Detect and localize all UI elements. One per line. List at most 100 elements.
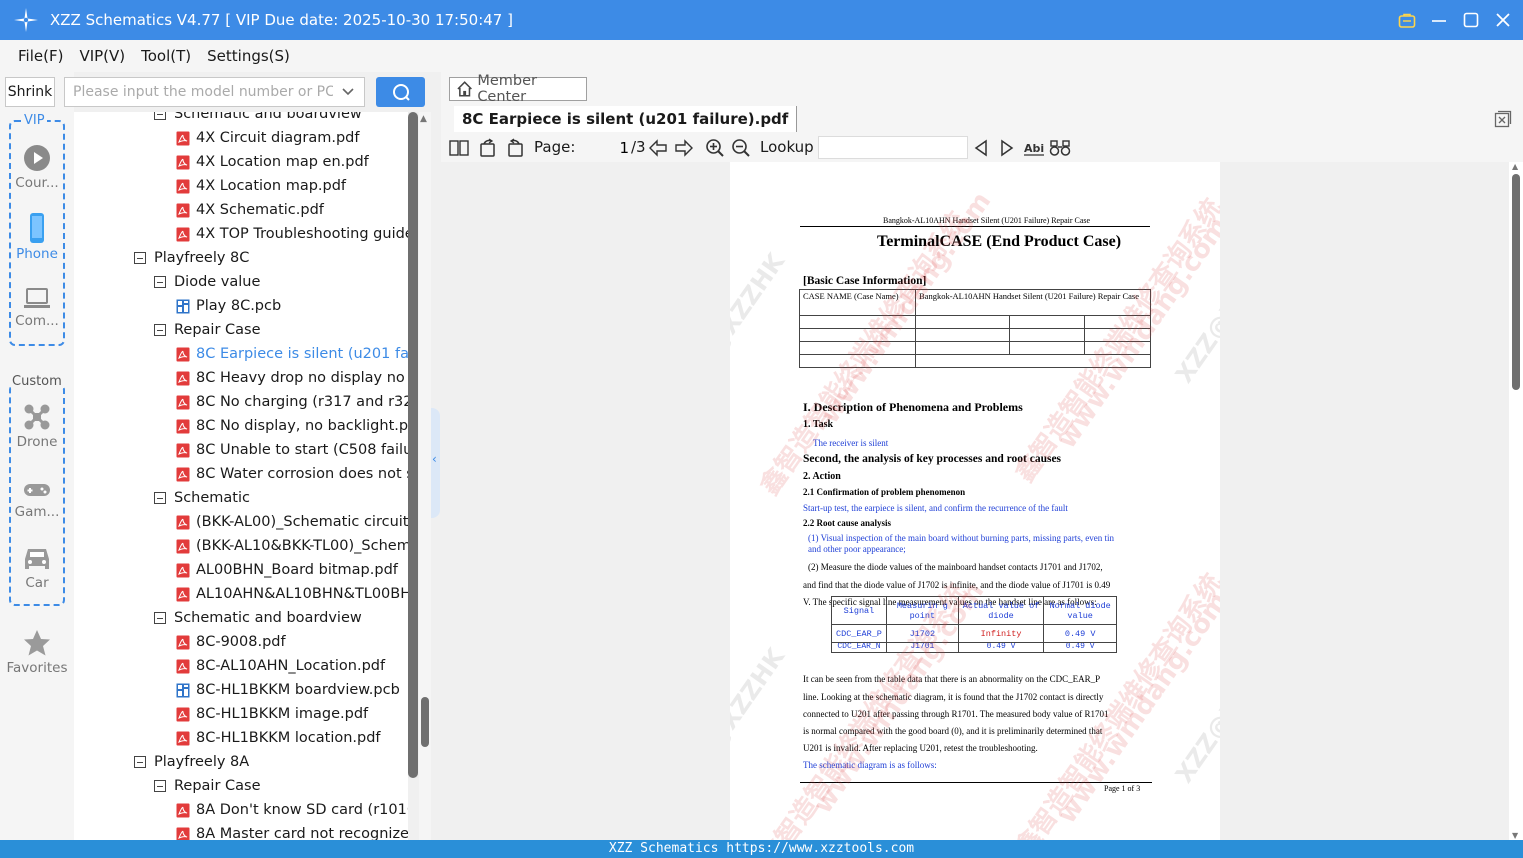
model-search-combobox[interactable] [64,77,365,107]
tree-file[interactable]: 8A Master card not recognized [176,822,408,840]
tree-file[interactable]: 8C No display, no backlight.pdf [176,414,408,438]
tree-file[interactable]: (BKK-AL00)_Schematic circuit di [176,510,408,534]
zoom-in-icon[interactable] [704,137,726,159]
document-scrollbar[interactable]: ▲ ▼ [1509,162,1523,840]
pcb-file-icon [176,683,190,697]
minimize-icon[interactable] [1429,10,1449,30]
tree-folder[interactable]: Playfreely 8C [134,246,249,270]
tree-item-label: Repair Case [174,778,261,794]
tree-item-label: 8C Water corrosion does not sta [196,466,408,482]
panel-scrollbar[interactable]: ▲ [419,112,431,840]
find-next-icon[interactable] [996,137,1018,159]
menu-file[interactable]: File(F) [18,47,63,65]
tree-folder[interactable]: Schematic and boardview [154,112,362,126]
match-case-icon[interactable]: Abi [1023,137,1045,159]
tree-item-label: Schematic [174,490,250,506]
tree-file[interactable]: 4X Location map en.pdf [176,150,369,174]
tree-file[interactable]: 8C-AL10AHN_Location.pdf [176,654,385,678]
tree-scrollbar[interactable] [408,112,418,778]
tree-folder[interactable]: Repair Case [154,774,261,798]
tree-item-label: 4X TOP Troubleshooting guidel [196,226,408,242]
collapse-toggle-icon[interactable] [154,612,166,624]
tree-file[interactable]: 4X Schematic.pdf [176,198,324,222]
tree-folder[interactable]: Schematic [154,486,250,510]
collapse-toggle-icon[interactable] [154,276,166,288]
tab-document[interactable]: 8C Earpiece is silent (u201 failure).pdf [454,106,798,132]
close-icon[interactable] [1493,10,1513,30]
rail-item-phone[interactable]: Phone [9,212,65,262]
tree-item-label: (BKK-AL10&BKK-TL00)_Schema [196,538,408,554]
shrink-button[interactable]: Shrink [5,77,55,107]
zoom-out-icon[interactable] [730,137,752,159]
menu-vip[interactable]: VIP(V) [79,47,125,65]
tree-file[interactable]: 8C Water corrosion does not sta [176,462,408,486]
section-2-1: 2. Action [803,471,841,482]
tree-folder[interactable]: Diode value [154,270,260,294]
chevron-down-icon[interactable] [340,84,356,100]
tree-folder[interactable]: Repair Case [154,318,261,342]
vip-bag-icon[interactable] [1397,10,1417,30]
section-2-2: 2.2 Root cause analysis [803,518,892,528]
rail-item-computer[interactable]: Com... [9,285,65,329]
tree-file[interactable]: 8C No charging (r317 and r321 [176,390,408,414]
svg-text:Abi: Abi [1024,142,1044,155]
rail-item-car[interactable]: Car [9,545,65,591]
tree-file[interactable]: 4X Location map.pdf [176,174,346,198]
collapse-toggle-icon[interactable] [154,324,166,336]
search-button[interactable] [376,77,425,107]
restore-window-icon[interactable] [1494,110,1512,128]
tree-file[interactable]: (BKK-AL10&BKK-TL00)_Schema [176,534,408,558]
scroll-down-arrow-icon[interactable]: ▼ [1512,831,1518,840]
panel-collapse-handle[interactable] [431,408,440,518]
next-page-icon[interactable] [673,137,695,159]
maximize-icon[interactable] [1461,10,1481,30]
rotate-right-icon[interactable] [504,137,526,159]
rotate-left-icon[interactable] [477,137,499,159]
tree-file[interactable]: 8C Unable to start (C508 failure) [176,438,408,462]
rail-item-drone[interactable]: Drone [9,402,65,450]
scroll-up-arrow-icon[interactable]: ▲ [1512,162,1518,171]
collapse-toggle-icon[interactable] [154,780,166,792]
two-page-view-icon[interactable] [448,137,470,159]
tree-file[interactable]: AL10AHN&AL10BHN&TL00BHN [176,582,408,606]
rail-item-game[interactable]: Gam... [9,478,65,520]
tree-file[interactable]: 8C-HL1BKKM boardview.pcb [176,678,400,702]
tree-file[interactable]: Play 8C.pcb [176,294,281,318]
tree-file[interactable]: 8C-HL1BKKM location.pdf [176,726,381,750]
pdf-file-icon [176,731,190,745]
sig-cell: 0.49 V [957,642,1045,653]
menu-tool[interactable]: Tool(T) [141,47,191,65]
scroll-up-arrow-icon[interactable]: ▲ [420,114,427,124]
collapse-toggle-icon[interactable] [134,252,146,264]
tree-file[interactable]: AL00BHN_Board bitmap.pdf [176,558,398,582]
collapse-toggle-icon[interactable] [154,112,166,120]
member-center-button[interactable]: Member Center [449,73,587,105]
tree-file[interactable]: 8C-HL1BKKM image.pdf [176,702,368,726]
tree-scroll-thumb[interactable] [408,112,418,778]
lookup-input[interactable] [818,136,968,159]
rail-item-favorites[interactable]: Favorites [0,628,74,676]
collapse-toggle-icon[interactable] [154,492,166,504]
previous-page-icon[interactable] [647,137,669,159]
search-input[interactable] [73,84,333,100]
tree-file[interactable]: 8C Heavy drop no display no ba [176,366,408,390]
panel-scroll-thumb[interactable] [421,697,429,747]
page-number-input[interactable] [579,137,629,159]
tree-file[interactable]: 8A Don't know SD card (r1010 s [176,798,408,822]
tree-file[interactable]: 8C-9008.pdf [176,630,286,654]
menu-bar: File(F) VIP(V) Tool(T) Settings(S) [0,40,1523,72]
model-tree[interactable]: Schematic and boardview 4X Circuit diagra… [74,112,408,840]
tree-file[interactable]: 4X TOP Troubleshooting guidel [176,222,408,246]
document-scroll-thumb[interactable] [1512,174,1520,390]
find-binoculars-icon[interactable] [1049,137,1071,159]
sig-header-signal: Signal [831,596,887,625]
find-previous-icon[interactable] [970,137,992,159]
tree-file[interactable]: 8C Earpiece is silent (u201 failur [176,342,408,366]
tree-folder[interactable]: Playfreely 8A [134,750,249,774]
rail-item-course[interactable]: Cour... [9,143,65,191]
menu-settings[interactable]: Settings(S) [207,47,290,65]
collapse-toggle-icon[interactable] [134,756,146,768]
tree-folder[interactable]: Schematic and boardview [154,606,362,630]
document-viewport[interactable]: Bangkok-AL10AHN Handset Silent (U201 Fai… [441,162,1509,840]
tree-file[interactable]: 4X Circuit diagram.pdf [176,126,359,150]
